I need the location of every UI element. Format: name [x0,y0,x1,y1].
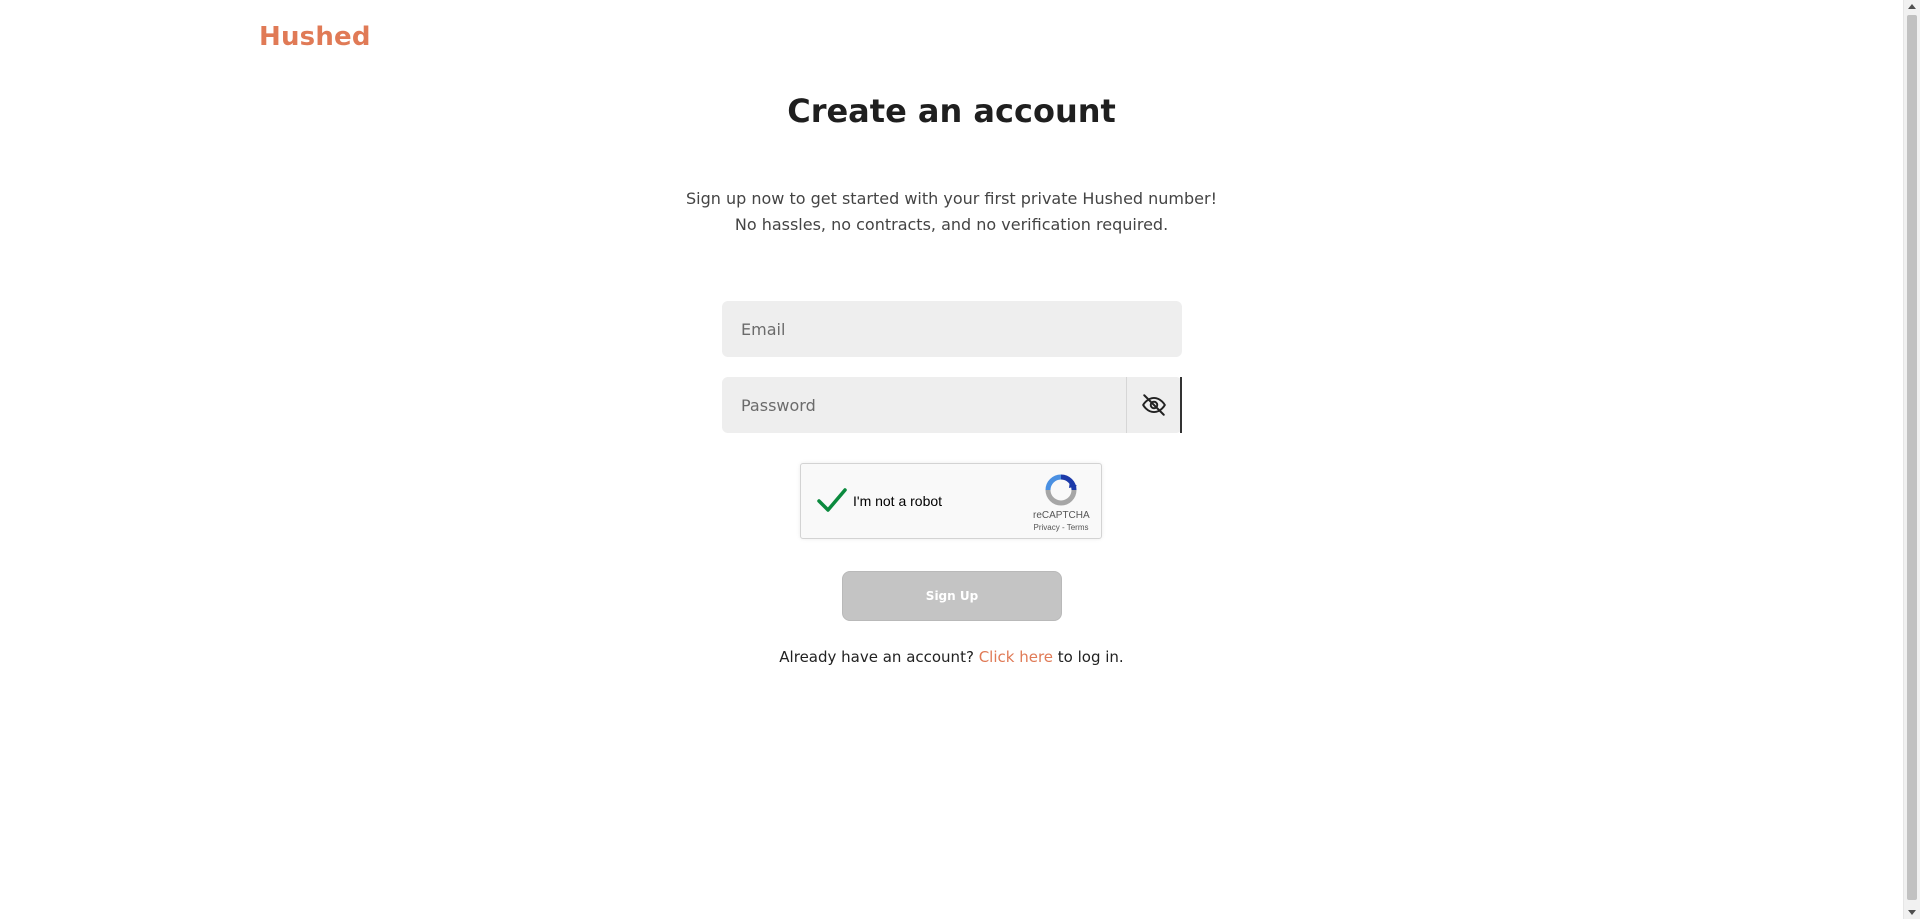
login-prompt-suffix: to log in. [1057,648,1124,666]
vertical-scrollbar[interactable] [1903,0,1920,919]
recaptcha-privacy-link[interactable]: Privacy [1034,523,1060,532]
login-prompt: Already have an account? Click here to l… [0,648,1903,666]
scroll-up-arrow-icon[interactable] [1908,4,1916,9]
page-title: Create an account [787,92,1116,130]
scroll-down-arrow-icon[interactable] [1908,910,1916,915]
password-visibility-toggle[interactable] [1126,377,1182,433]
recaptcha-logo-icon [1045,474,1077,506]
recaptcha-widget: I'm not a robot reCAPTCHA Privacy - Term… [800,463,1102,539]
recaptcha-label: I'm not a robot [853,493,943,509]
email-field-container [722,301,1182,357]
login-prompt-text: Already have an account? [779,648,974,666]
eye-slash-icon [1141,394,1166,416]
hushed-logo[interactable]: Hushed [259,22,371,52]
sign-up-button[interactable]: Sign Up [842,571,1062,621]
recaptcha-terms-link[interactable]: Terms [1067,523,1089,532]
recaptcha-links-separator: - [1059,523,1067,532]
signup-page: Hushed Create an account Sign up now to … [0,0,1920,919]
email-field[interactable] [722,301,1182,357]
subtitle-line-2: No hassles, no contracts, and no verific… [734,215,1169,234]
subtitle-line-1: Sign up now to get started with your fir… [685,189,1218,208]
recaptcha-brand: reCAPTCHA [1033,510,1090,521]
checkmark-icon[interactable] [815,484,849,518]
password-field-container [722,377,1182,433]
password-field[interactable] [722,377,1125,433]
page-subtitle: Sign up now to get started with your fir… [0,186,1903,238]
login-link[interactable]: Click here [979,648,1053,666]
recaptcha-links: Privacy - Terms [1033,523,1089,532]
recaptcha-logo-block: reCAPTCHA Privacy - Terms [1033,474,1090,532]
scrollbar-thumb[interactable] [1907,15,1917,900]
